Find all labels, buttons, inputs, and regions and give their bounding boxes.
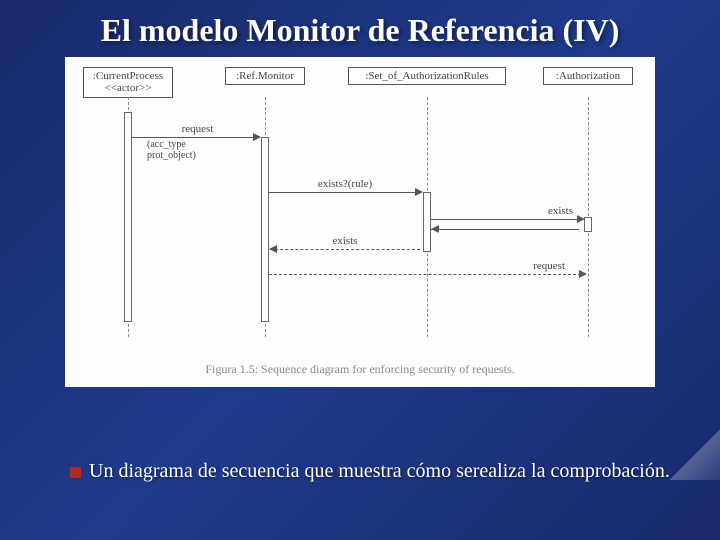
msg-label-exists-bi: exists — [433, 205, 583, 217]
msg-sublabel: (acc_type prot_object) — [135, 139, 260, 161]
lifeline-name: :CurrentProcess — [88, 70, 168, 83]
sequence-diagram: :CurrentProcess <<actor>> :Ref.Monitor :… — [65, 57, 655, 387]
activation-bar — [124, 112, 132, 322]
msg-label-request-return: request — [270, 260, 580, 272]
msg-label-request: request — [135, 123, 260, 135]
bullet-text: Un diagrama de secuencia que muestra cóm… — [89, 460, 670, 483]
activation-bar — [261, 137, 269, 322]
bullet-item: Un diagrama de secuencia que muestra cóm… — [70, 460, 690, 483]
lifeline-box-authorization: :Authorization — [543, 67, 633, 86]
msg-label-exists-return: exists — [270, 235, 420, 247]
lifeline-stereotype: <<actor>> — [88, 82, 168, 95]
msg-arrow — [132, 137, 254, 138]
arrow-head-icon — [269, 245, 277, 253]
arrow-head-icon — [415, 188, 423, 196]
page-curl-icon — [670, 430, 720, 480]
msg-arrow — [431, 219, 579, 220]
arrow-head-icon — [431, 225, 439, 233]
lifeline-box-authrules: :Set_of_AuthorizationRules — [348, 67, 506, 86]
msg-label-existsrule: exists?(rule) — [270, 178, 420, 190]
lifeline-name: :Ref.Monitor — [230, 70, 300, 83]
lifeline-box-refmonitor: :Ref.Monitor — [225, 67, 305, 86]
arrow-head-icon — [579, 270, 587, 278]
lifeline-box-currentprocess: :CurrentProcess <<actor>> — [83, 67, 173, 98]
lifeline-name: :Authorization — [548, 70, 628, 83]
msg-arrow — [269, 192, 417, 193]
activation-bar — [423, 192, 431, 252]
bullet-marker-icon — [70, 467, 81, 478]
figure-caption: Figura 1.5: Sequence diagram for enforci… — [65, 362, 655, 377]
activation-bar — [584, 217, 592, 232]
msg-arrow-dashed — [270, 249, 420, 250]
arrow-head-icon — [577, 215, 585, 223]
msg-arrow-dashed — [269, 274, 581, 275]
lifeline-name: :Set_of_AuthorizationRules — [353, 70, 501, 83]
msg-arrow — [431, 229, 579, 230]
slide-title: El modelo Monitor de Referencia (IV) — [0, 0, 720, 49]
